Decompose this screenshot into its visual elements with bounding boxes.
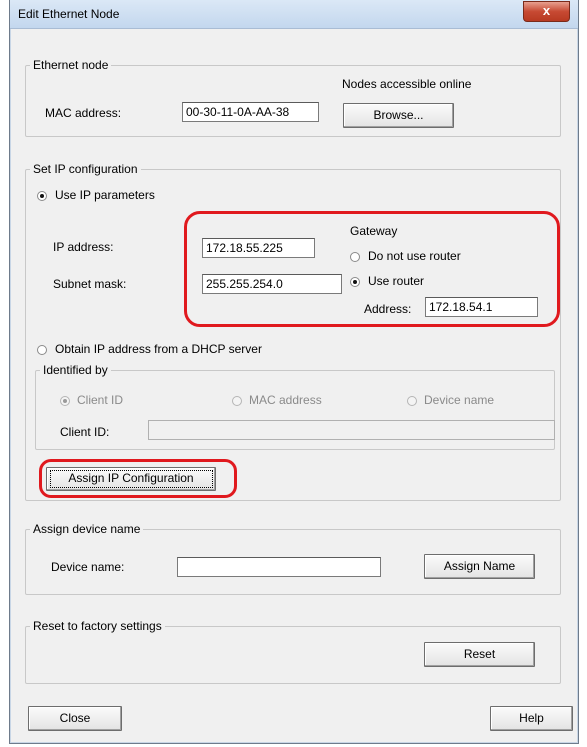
client-id-label: Client ID: <box>60 425 110 439</box>
dhcp-label: Obtain IP address from a DHCP server <box>55 342 262 356</box>
close-icon[interactable]: x <box>523 1 570 22</box>
reset-legend: Reset to factory settings <box>30 619 165 633</box>
ip-address-label: IP address: <box>53 240 114 254</box>
assign-device-name-legend: Assign device name <box>30 522 144 536</box>
device-name-radio[interactable] <box>407 396 417 406</box>
mac-address-option-label: MAC address <box>249 393 322 407</box>
gateway-label: Gateway <box>350 224 398 238</box>
mac-address-field[interactable]: 00-30-11-0A-AA-38 <box>182 102 319 122</box>
close-button[interactable]: Close <box>28 706 122 731</box>
assign-ip-focus-outline <box>50 470 213 488</box>
client-id-field[interactable] <box>148 420 555 440</box>
device-name-field[interactable] <box>177 557 381 577</box>
ip-configuration-group: Set IP configuration <box>25 162 561 501</box>
subnet-mask-label: Subnet mask: <box>53 277 127 291</box>
browse-button[interactable]: Browse... <box>343 103 454 128</box>
assign-name-button[interactable]: Assign Name <box>424 554 535 579</box>
use-ip-parameters-label: Use IP parameters <box>55 188 155 202</box>
help-button[interactable]: Help <box>490 706 573 731</box>
reset-button[interactable]: Reset <box>424 642 535 667</box>
identified-by-legend: Identified by <box>40 363 111 377</box>
use-router-label: Use router <box>368 274 425 288</box>
ip-address-field[interactable]: 172.18.55.225 <box>202 238 315 258</box>
edit-ethernet-node-dialog: Edit Ethernet Node x Ethernet node Nodes… <box>9 0 579 744</box>
ip-configuration-legend: Set IP configuration <box>30 162 141 176</box>
subnet-mask-field[interactable]: 255.255.254.0 <box>202 274 342 294</box>
device-name-option-label: Device name <box>424 393 495 407</box>
do-not-use-router-label: Do not use router <box>368 249 461 263</box>
client-id-radio[interactable] <box>60 396 70 406</box>
ethernet-node-legend: Ethernet node <box>30 58 112 72</box>
dhcp-radio[interactable] <box>37 345 47 355</box>
nodes-accessible-label: Nodes accessible online <box>342 77 472 91</box>
mac-address-label: MAC address: <box>45 106 122 120</box>
client-id-option-label: Client ID <box>77 393 124 407</box>
router-address-label: Address: <box>364 302 412 316</box>
device-name-label: Device name: <box>51 560 125 574</box>
router-address-field[interactable]: 172.18.54.1 <box>425 297 538 317</box>
window-title: Edit Ethernet Node <box>18 7 120 21</box>
use-ip-parameters-radio[interactable] <box>37 191 47 201</box>
title-bar: Edit Ethernet Node x <box>10 0 578 29</box>
ethernet-node-group: Ethernet node <box>25 58 561 137</box>
use-router-radio[interactable] <box>350 277 360 287</box>
do-not-use-router-radio[interactable] <box>350 252 360 262</box>
mac-address-radio[interactable] <box>232 396 242 406</box>
